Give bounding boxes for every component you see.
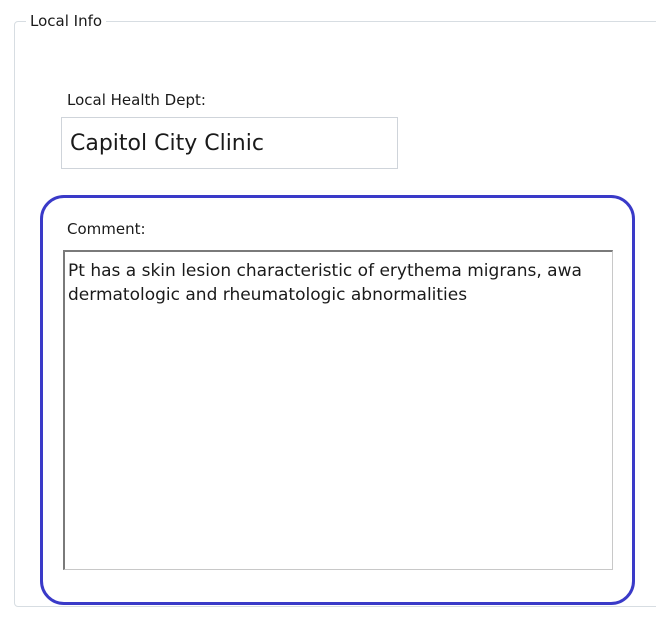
- local-health-dept-field[interactable]: [61, 117, 398, 169]
- local-health-dept-label: Local Health Dept:: [67, 91, 206, 109]
- local-info-panel: Local Info Local Health Dept: Comment: P…: [0, 0, 656, 626]
- comment-label: Comment:: [67, 220, 146, 238]
- groupbox-title: Local Info: [26, 11, 107, 31]
- comment-textarea[interactable]: Pt has a skin lesion characteristic of e…: [63, 250, 613, 570]
